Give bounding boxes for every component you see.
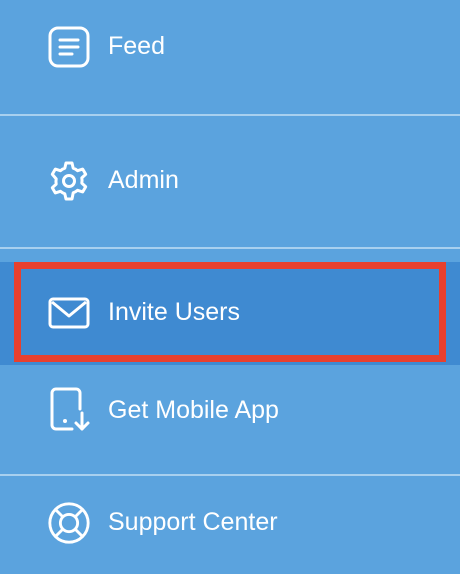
gear-icon <box>46 158 92 204</box>
sidebar-item-admin[interactable]: Admin <box>0 116 460 246</box>
sidebar-item-label: Admin <box>108 166 179 194</box>
feed-icon <box>46 24 92 70</box>
sidebar-item-invite-users[interactable]: Invite Users <box>0 262 460 365</box>
sidebar-item-label: Support Center <box>108 508 278 536</box>
sidebar-item-get-mobile-app[interactable]: Get Mobile App <box>0 365 460 473</box>
lifebuoy-icon <box>46 500 92 546</box>
sidebar-item-feed[interactable]: Feed <box>0 0 460 92</box>
sidebar-menu: Feed Admin Invite Users Get Mobile App S… <box>0 0 460 574</box>
mobile-download-icon <box>46 387 92 433</box>
divider <box>0 247 460 249</box>
envelope-icon <box>46 290 92 336</box>
sidebar-item-label: Feed <box>108 32 165 60</box>
sidebar-item-label: Invite Users <box>108 298 240 326</box>
sidebar-item-support-center[interactable]: Support Center <box>0 476 460 574</box>
sidebar-item-label: Get Mobile App <box>108 396 279 424</box>
